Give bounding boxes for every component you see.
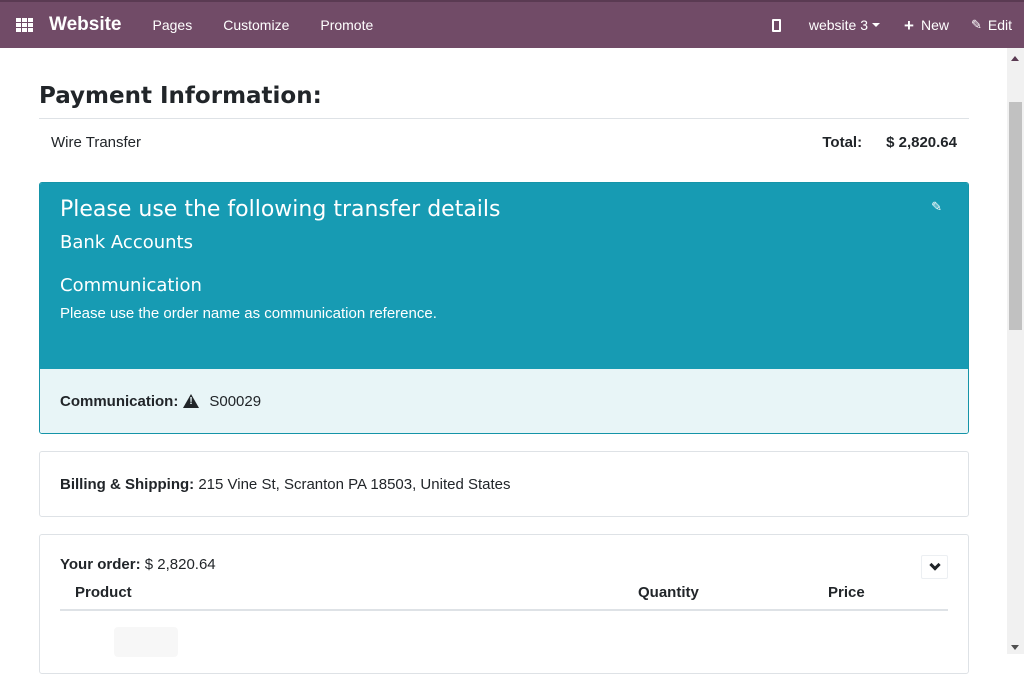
- transfer-details-alert: Please use the following transfer detail…: [39, 182, 969, 434]
- billing-shipping-card: Billing & Shipping: 215 Vine St, Scranto…: [39, 451, 969, 517]
- new-button[interactable]: + New: [904, 17, 949, 34]
- communication-label: Communication:: [60, 392, 179, 410]
- order-label: Your order:: [60, 556, 141, 573]
- nav-customize[interactable]: Customize: [223, 17, 289, 33]
- edit-button-label: Edit: [987, 17, 1012, 33]
- page-content: Payment Information: Wire Transfer Total…: [39, 48, 969, 674]
- edit-button[interactable]: ✎ Edit: [971, 17, 1012, 33]
- scroll-down-arrow-icon[interactable]: [1011, 645, 1019, 650]
- communication-row: Communication: S00029: [40, 369, 968, 433]
- communication-instructions: Please use the order name as communicati…: [60, 305, 437, 322]
- website-selector-label: website 3: [808, 17, 869, 33]
- bank-accounts-heading: Bank Accounts: [60, 232, 193, 253]
- app-brand[interactable]: Website: [49, 14, 122, 36]
- apps-grid-icon[interactable]: [16, 18, 34, 32]
- edit-pencil-icon[interactable]: ✎: [931, 199, 942, 215]
- website-selector[interactable]: website 3: [808, 17, 881, 33]
- total-summary: Total: $ 2,820.64: [822, 134, 957, 151]
- column-price: Price: [828, 580, 948, 611]
- product-image-placeholder: [114, 627, 178, 657]
- total-label: Total:: [822, 134, 863, 151]
- mobile-preview-icon[interactable]: [771, 18, 781, 32]
- column-quantity: Quantity: [638, 580, 828, 611]
- nav-promote[interactable]: Promote: [320, 17, 373, 33]
- billing-address: 215 Vine St, Scranton PA 18503, United S…: [198, 475, 511, 493]
- order-amount: $ 2,820.64: [144, 556, 216, 573]
- order-table-header: Product Quantity Price: [60, 580, 948, 611]
- communication-value: S00029: [209, 392, 262, 410]
- payment-method-row: Wire Transfer Total: $ 2,820.64: [39, 118, 969, 166]
- toggle-order-details-button[interactable]: [921, 555, 948, 579]
- chevron-down-icon: [928, 559, 941, 571]
- vertical-scrollbar[interactable]: [1007, 48, 1024, 654]
- caret-down-icon: [872, 23, 881, 27]
- billing-label: Billing & Shipping:: [60, 475, 195, 493]
- transfer-heading: Please use the following transfer detail…: [60, 197, 501, 222]
- scrollbar-thumb[interactable]: [1009, 102, 1022, 330]
- order-table: Product Quantity Price: [60, 580, 948, 611]
- new-button-label: New: [920, 17, 949, 33]
- warning-icon: [183, 394, 200, 408]
- plus-icon: +: [904, 15, 914, 35]
- communication-heading: Communication: [60, 275, 202, 296]
- column-product: Product: [60, 580, 638, 611]
- nav-pages[interactable]: Pages: [153, 17, 193, 33]
- order-summary: Your order: $ 2,820.64: [60, 556, 948, 573]
- top-navbar: Website Pages Customize Promote website …: [0, 0, 1024, 48]
- scroll-up-arrow-icon[interactable]: [1011, 56, 1019, 61]
- total-value: $ 2,820.64: [886, 134, 957, 151]
- payment-method: Wire Transfer: [51, 134, 142, 151]
- page-title: Payment Information:: [39, 83, 322, 109]
- order-card: Your order: $ 2,820.64 Product Quantity …: [39, 534, 969, 674]
- pencil-icon: ✎: [970, 17, 982, 32]
